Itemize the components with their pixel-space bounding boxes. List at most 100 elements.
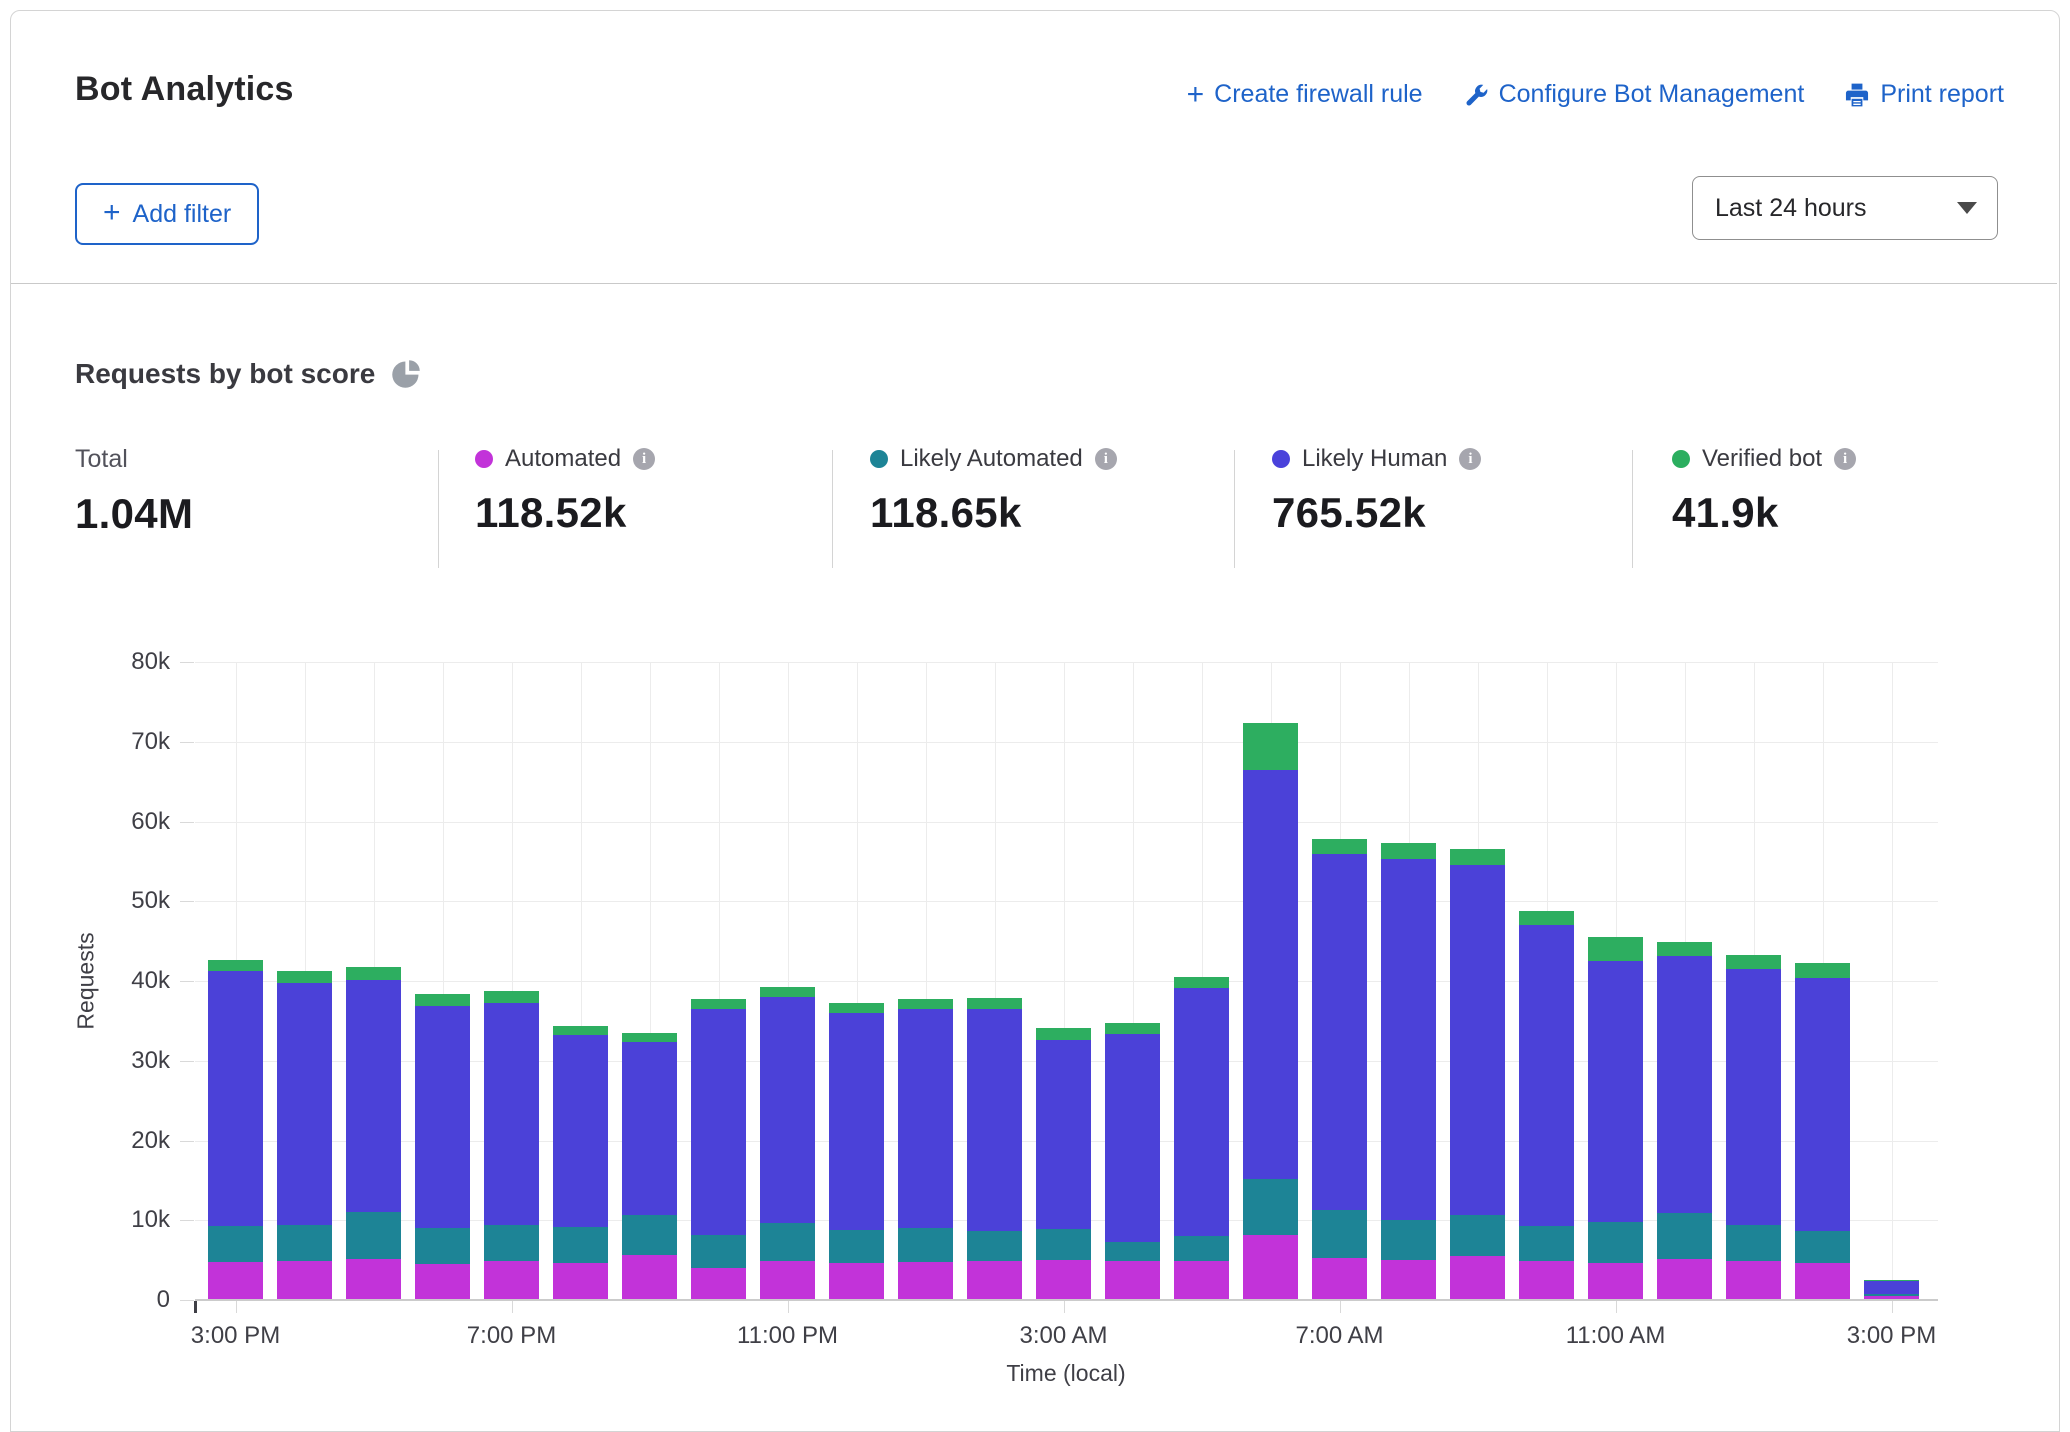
bar-segment-automated[interactable] [1036, 1260, 1091, 1300]
bar-segment-likely-automated[interactable] [622, 1215, 677, 1256]
bar-6-00-pm-3[interactable] [415, 994, 470, 1300]
info-icon[interactable]: i [1095, 448, 1117, 470]
bar-segment-likely-human[interactable] [1657, 956, 1712, 1213]
bar-segment-automated[interactable] [1450, 1256, 1505, 1300]
bar-segment-verified-bot[interactable] [967, 998, 1022, 1009]
bar-4-00-pm-1[interactable] [277, 971, 332, 1300]
bar-segment-likely-human[interactable] [622, 1042, 677, 1215]
bar-segment-verified-bot[interactable] [553, 1026, 608, 1035]
bar-segment-verified-bot[interactable] [1381, 843, 1436, 859]
bar-segment-automated[interactable] [1381, 1260, 1436, 1300]
bar-segment-verified-bot[interactable] [415, 994, 470, 1006]
bar-segment-likely-human[interactable] [1795, 978, 1850, 1231]
bar-segment-automated[interactable] [1243, 1235, 1298, 1300]
bar-segment-verified-bot[interactable] [1243, 723, 1298, 770]
bar-segment-verified-bot[interactable] [1657, 942, 1712, 956]
bar-segment-likely-human[interactable] [415, 1006, 470, 1229]
bar-segment-likely-human[interactable] [1105, 1034, 1160, 1242]
bar-segment-likely-automated[interactable] [1588, 1222, 1643, 1263]
bar-segment-verified-bot[interactable] [1312, 839, 1367, 854]
bar-11-00-pm-8[interactable] [760, 987, 815, 1300]
bar-segment-likely-human[interactable] [760, 997, 815, 1224]
bar-segment-automated[interactable] [208, 1262, 263, 1300]
bar-segment-automated[interactable] [760, 1261, 815, 1300]
bar-7-00-pm-4[interactable] [484, 991, 539, 1300]
bar-segment-likely-automated[interactable] [1726, 1225, 1781, 1261]
bar-segment-verified-bot[interactable] [829, 1003, 884, 1013]
add-filter-button[interactable]: + Add filter [75, 183, 259, 245]
bar-5-00-pm-2[interactable] [346, 967, 401, 1300]
bar-12-00-pm-21[interactable] [1657, 942, 1712, 1300]
bar-segment-verified-bot[interactable] [1450, 849, 1505, 864]
bar-9-00-pm-6[interactable] [622, 1033, 677, 1300]
bar-segment-likely-automated[interactable] [208, 1226, 263, 1262]
bar-segment-likely-human[interactable] [1036, 1040, 1091, 1229]
info-icon[interactable]: i [633, 448, 655, 470]
bar-segment-automated[interactable] [691, 1268, 746, 1300]
bar-segment-verified-bot[interactable] [1036, 1028, 1091, 1040]
bar-segment-likely-automated[interactable] [1105, 1242, 1160, 1261]
bar-12-00-am-9[interactable] [829, 1003, 884, 1300]
bar-1-00-pm-22[interactable] [1726, 955, 1781, 1300]
bar-segment-likely-automated[interactable] [1243, 1179, 1298, 1235]
bar-segment-likely-human[interactable] [898, 1009, 953, 1228]
bar-segment-likely-human[interactable] [1450, 865, 1505, 1215]
bar-segment-verified-bot[interactable] [898, 999, 953, 1009]
bar-11-00-am-20[interactable] [1588, 937, 1643, 1300]
bar-segment-likely-human[interactable] [1312, 854, 1367, 1210]
bar-segment-automated[interactable] [346, 1259, 401, 1301]
bar-segment-automated[interactable] [1795, 1263, 1850, 1301]
bar-segment-automated[interactable] [553, 1263, 608, 1300]
bar-8-00-am-17[interactable] [1381, 843, 1436, 1300]
configure-bot-management-link[interactable]: Configure Bot Management [1463, 80, 1805, 109]
bar-segment-likely-automated[interactable] [1174, 1236, 1229, 1261]
bar-6-00-am-15[interactable] [1243, 723, 1298, 1300]
bar-segment-likely-human[interactable] [1381, 859, 1436, 1220]
bar-segment-likely-automated[interactable] [1036, 1229, 1091, 1260]
bar-segment-likely-automated[interactable] [760, 1223, 815, 1261]
bar-segment-automated[interactable] [1588, 1263, 1643, 1301]
bar-segment-verified-bot[interactable] [277, 971, 332, 982]
create-firewall-rule-link[interactable]: + Create firewall rule [1187, 80, 1423, 109]
bar-segment-verified-bot[interactable] [691, 999, 746, 1009]
bar-segment-verified-bot[interactable] [622, 1033, 677, 1042]
bar-segment-likely-automated[interactable] [691, 1235, 746, 1268]
bar-segment-likely-human[interactable] [1588, 961, 1643, 1222]
bar-3-00-pm-0[interactable] [208, 960, 263, 1300]
bar-segment-likely-automated[interactable] [277, 1225, 332, 1261]
bar-segment-likely-automated[interactable] [829, 1230, 884, 1263]
bar-segment-likely-human[interactable] [691, 1009, 746, 1236]
bar-segment-likely-automated[interactable] [898, 1228, 953, 1262]
bar-segment-likely-automated[interactable] [967, 1231, 1022, 1261]
bar-segment-automated[interactable] [1105, 1261, 1160, 1300]
bar-segment-automated[interactable] [1657, 1259, 1712, 1300]
bar-segment-likely-human[interactable] [277, 983, 332, 1225]
bar-segment-likely-automated[interactable] [1657, 1213, 1712, 1259]
bar-9-00-am-18[interactable] [1450, 849, 1505, 1300]
bar-segment-automated[interactable] [829, 1263, 884, 1301]
bar-segment-likely-automated[interactable] [484, 1225, 539, 1261]
bar-segment-verified-bot[interactable] [1519, 911, 1574, 925]
bar-segment-likely-automated[interactable] [1312, 1210, 1367, 1258]
bar-segment-likely-human[interactable] [829, 1013, 884, 1230]
bar-segment-likely-automated[interactable] [1519, 1226, 1574, 1261]
bar-segment-likely-human[interactable] [1174, 988, 1229, 1236]
bar-segment-automated[interactable] [1519, 1261, 1574, 1300]
bar-segment-likely-automated[interactable] [346, 1212, 401, 1258]
bar-segment-likely-human[interactable] [346, 980, 401, 1212]
print-report-link[interactable]: Print report [1844, 80, 2004, 109]
bar-segment-verified-bot[interactable] [484, 991, 539, 1004]
time-range-dropdown[interactable]: Last 24 hours [1692, 176, 1998, 240]
bar-segment-likely-human[interactable] [1519, 925, 1574, 1226]
bar-segment-likely-human[interactable] [208, 971, 263, 1225]
bar-segment-likely-human[interactable] [553, 1035, 608, 1226]
bar-segment-automated[interactable] [1726, 1261, 1781, 1300]
bar-8-00-pm-5[interactable] [553, 1026, 608, 1300]
bar-segment-automated[interactable] [415, 1264, 470, 1300]
bar-segment-likely-automated[interactable] [415, 1228, 470, 1264]
bar-segment-automated[interactable] [622, 1255, 677, 1300]
bar-segment-verified-bot[interactable] [1174, 977, 1229, 988]
bar-segment-automated[interactable] [1174, 1261, 1229, 1300]
bar-segment-likely-human[interactable] [1243, 770, 1298, 1179]
bar-3-00-am-12[interactable] [1036, 1028, 1091, 1300]
